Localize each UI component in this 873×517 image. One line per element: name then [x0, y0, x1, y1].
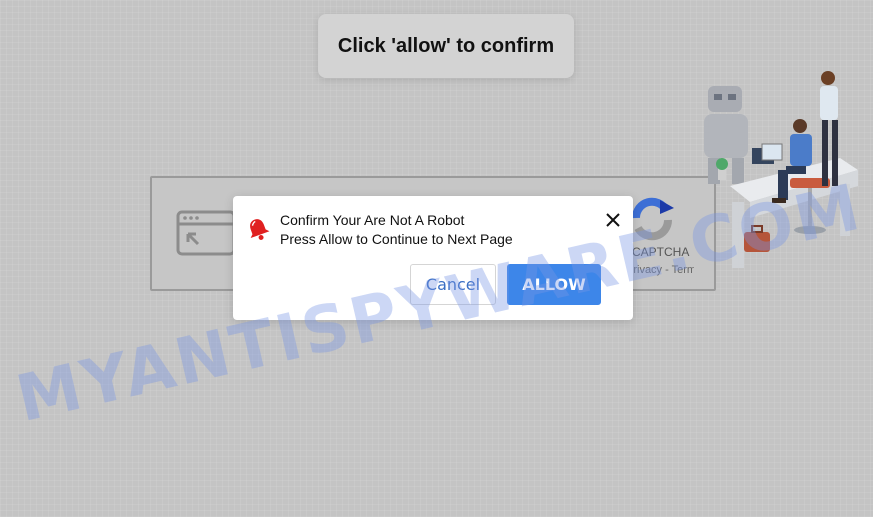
- office-robot-illustration: [704, 71, 858, 268]
- notification-permission-dialog: Confirm Your Are Not A Robot Press Allow…: [233, 196, 633, 320]
- dialog-message: Press Allow to Continue to Next Page: [280, 231, 513, 247]
- allow-button[interactable]: ALLOW: [507, 264, 601, 305]
- captcha-brand-label: CAPTCHA: [632, 245, 690, 259]
- dialog-title: Confirm Your Are Not A Robot: [280, 212, 465, 228]
- bell-icon: [250, 219, 270, 240]
- confirm-toast: Click 'allow' to confirm: [318, 14, 574, 78]
- close-button[interactable]: [603, 210, 623, 230]
- toast-text: Click 'allow' to confirm: [337, 34, 555, 57]
- browser-window-icon: [176, 210, 236, 256]
- captcha-privacy-terms-link[interactable]: Privacy - Terms: [626, 264, 694, 276]
- close-icon: [606, 213, 620, 227]
- recaptcha-logo-icon: [631, 197, 674, 241]
- cancel-button[interactable]: Cancel: [410, 264, 496, 305]
